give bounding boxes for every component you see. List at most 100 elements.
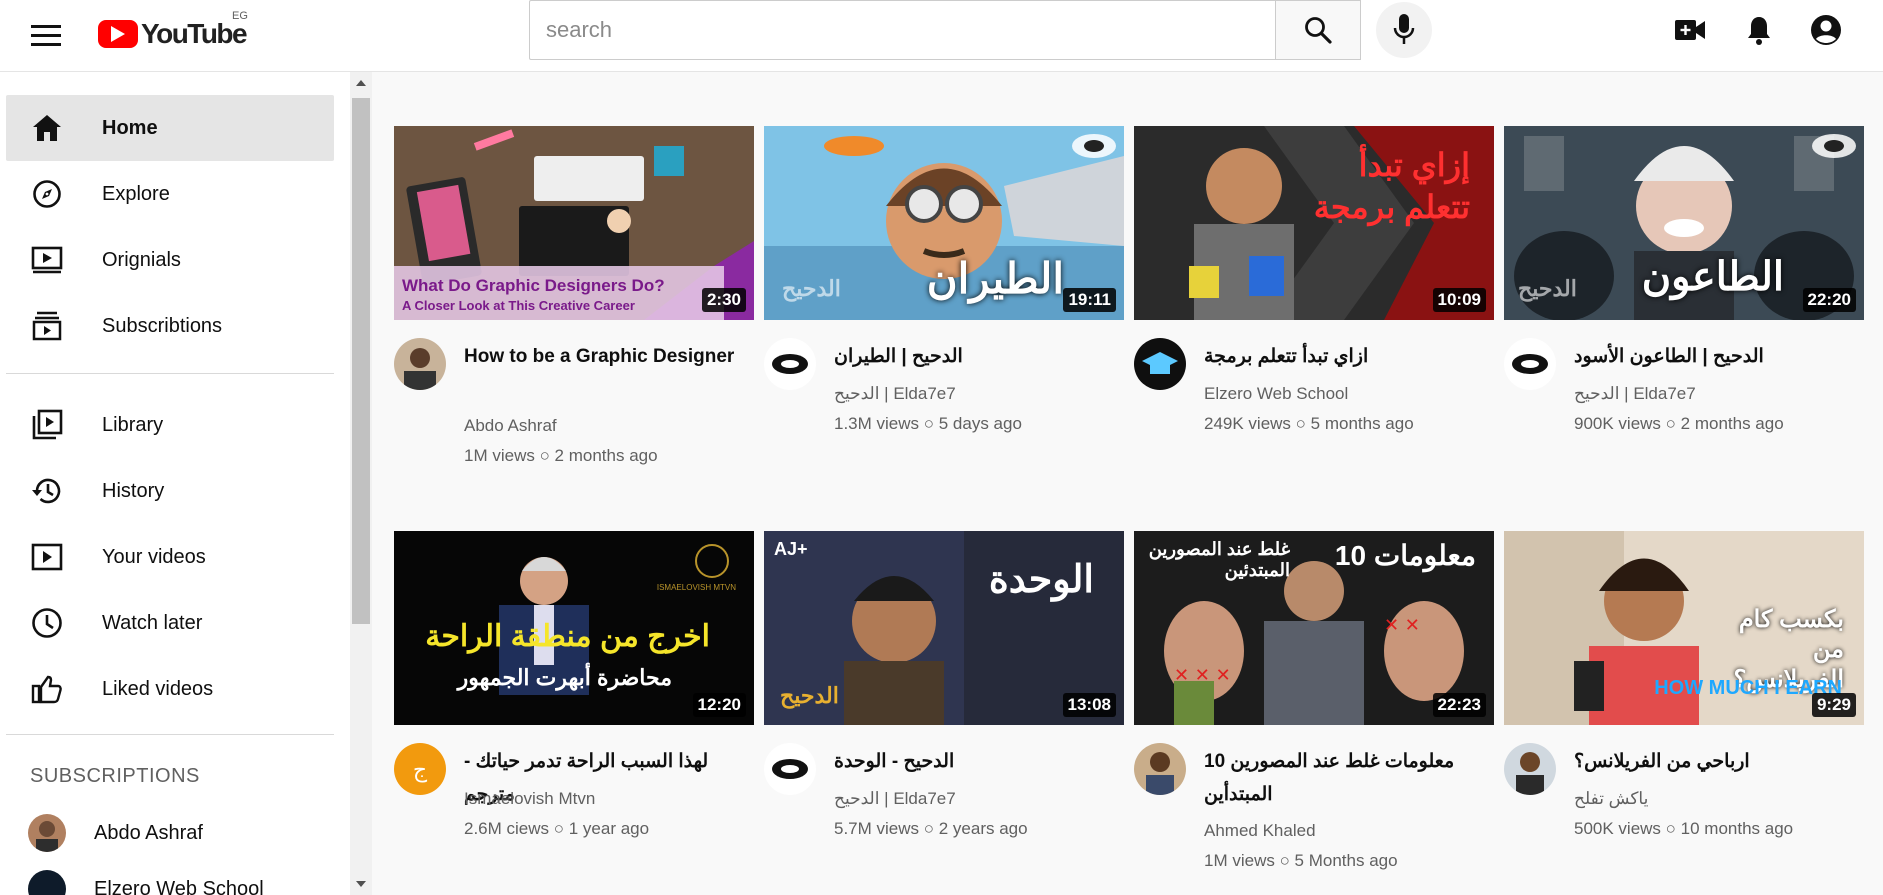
video-thumbnail[interactable]: بكسب كام من الفريلانس؟ HOW MUCH I EARN 9…	[1504, 531, 1864, 725]
channel-avatar[interactable]	[1504, 743, 1556, 795]
sidebar-item-explore[interactable]: Explore	[6, 161, 334, 227]
sidebar-item-label: Your videos	[102, 545, 206, 568]
sidebar-item-subscriptions[interactable]: Subscribtions	[6, 293, 334, 359]
thumbnail-overlay-subtext: الدحيح	[782, 276, 841, 301]
video-duration: 22:23	[1432, 693, 1486, 717]
video-stats: 2.6M ciews ○ 1 year ago	[464, 819, 650, 838]
thumbnail-overlay-badge: AJ+	[774, 539, 808, 559]
video-card[interactable]: بكسب كام من الفريلانس؟ HOW MUCH I EARN 9…	[1504, 531, 1864, 875]
thumbnail-overlay-subtext: الدحيح	[780, 683, 839, 708]
video-duration: 19:11	[1063, 288, 1116, 312]
video-thumbnail[interactable]: AJ+ الوحدة الدحيح 13:08	[764, 531, 1124, 725]
channel-avatar[interactable]: ج	[394, 743, 446, 795]
video-channel[interactable]: ياكش تفلح	[1574, 789, 1648, 809]
scroll-up-arrow-icon[interactable]	[356, 80, 366, 86]
scroll-down-arrow-icon[interactable]	[356, 881, 366, 887]
channel-avatar[interactable]	[764, 338, 816, 390]
sidebar-scrollbar[interactable]	[350, 72, 372, 895]
video-duration: 9:29	[1811, 693, 1856, 717]
sidebar-item-watch-later[interactable]: Watch later	[6, 590, 334, 656]
video-title[interactable]: How to be a Graphic Designer	[464, 340, 744, 373]
video-channel[interactable]: Abdo Ashraf	[464, 416, 557, 436]
thumbnail-overlay-text: إزاي تبدأ	[1358, 147, 1470, 183]
microphone-icon	[1393, 14, 1415, 44]
video-thumbnail[interactable]: ✕ ✕ ✕ ✕ ✕ 10 معلومات غلط عند المصورين ال…	[1134, 531, 1494, 725]
video-channel[interactable]: Ahmed Khaled	[1204, 821, 1316, 841]
video-card[interactable]: ISMAELOVISH MTVN اخرج من منطقة الراحة مح…	[394, 531, 754, 875]
account-circle-icon	[1811, 15, 1841, 45]
video-title[interactable]: الدحيح | الطيران	[834, 340, 1114, 373]
video-thumbnail[interactable]: إزاي تبدأ تتعلم برمجة 10:09	[1134, 126, 1494, 320]
svg-text:ج: ج	[413, 758, 428, 783]
thumbnail-overlay-text: الطيران	[926, 255, 1064, 302]
avatar	[28, 814, 66, 852]
subscription-item[interactable]: Abdo Ashraf	[6, 805, 334, 861]
sidebar-item-liked-videos[interactable]: Liked videos	[6, 656, 334, 722]
video-card[interactable]: إزاي تبدأ تتعلم برمجة 10:09 ازاي تبدأ تت…	[1134, 126, 1494, 470]
search-button[interactable]	[1275, 0, 1361, 60]
search-input[interactable]	[529, 0, 1275, 60]
video-duration: 10:09	[1432, 288, 1486, 312]
bell-icon	[1748, 17, 1770, 45]
sidebar-item-label: History	[102, 479, 165, 502]
video-channel[interactable]: الدحيح | Elda7e7	[1574, 384, 1696, 404]
subscriptions-heading: SUBSCRIPTIONS	[30, 765, 200, 787]
video-thumbnail[interactable]: الطاعون الدحيح 22:20	[1504, 126, 1864, 320]
video-title[interactable]: 10 معلومات غلط عند المصورين المبتدأين	[1204, 745, 1484, 811]
video-card[interactable]: AJ+ الوحدة الدحيح 13:08 الدحيح - الوحدة …	[764, 531, 1124, 875]
compass-icon	[33, 180, 61, 208]
video-card[interactable]: What Do Graphic Designers Do? A Closer L…	[394, 126, 754, 470]
scroll-thumb[interactable]	[352, 98, 370, 624]
thumbnail-overlay-subtext: محاضرة أبهرت الجمهور	[457, 665, 672, 690]
sidebar-item-label: Liked videos	[102, 677, 214, 700]
channel-avatar[interactable]	[764, 743, 816, 795]
video-channel[interactable]: الدحيح | Elda7e7	[834, 789, 956, 809]
video-channel[interactable]: الدحيح | Elda7e7	[834, 384, 956, 404]
create-video-button[interactable]	[1670, 10, 1710, 50]
sidebar-item-originals[interactable]: Orignials	[6, 227, 334, 293]
video-channel[interactable]: Ismaelovish Mtvn	[464, 789, 595, 809]
video-thumbnail[interactable]: ISMAELOVISH MTVN اخرج من منطقة الراحة مح…	[394, 531, 754, 725]
thumbnail-overlay-text: اخرج من منطقة الراحة	[425, 620, 710, 653]
thumbnail-overlay-subtext: A Closer Look at This Creative Career	[402, 298, 635, 313]
hamburger-menu-button[interactable]	[26, 16, 66, 56]
video-channel[interactable]: Elzero Web School	[1204, 384, 1348, 404]
video-card[interactable]: الطيران الدحيح 19:11 الدحيح | الطيران ال…	[764, 126, 1124, 470]
video-title[interactable]: الدحيح | الطاعون الأسود	[1574, 340, 1854, 373]
sidebar-item-history[interactable]: History	[6, 458, 334, 524]
sidebar-divider	[6, 373, 334, 374]
svg-text:✕ ✕: ✕ ✕	[1384, 615, 1420, 636]
video-thumbnail[interactable]: الطيران الدحيح 19:11	[764, 126, 1124, 320]
notifications-button[interactable]	[1739, 10, 1779, 50]
video-title[interactable]: ازاي تبدأ تتعلم برمجة	[1204, 340, 1484, 373]
channel-avatar[interactable]	[1504, 338, 1556, 390]
video-title[interactable]: ارباحي من الفريلانس؟	[1574, 745, 1854, 778]
channel-avatar[interactable]	[394, 338, 446, 390]
video-camera-add-icon	[1675, 20, 1705, 40]
history-icon	[32, 478, 61, 504]
channel-avatar[interactable]	[1134, 743, 1186, 795]
account-button[interactable]	[1806, 10, 1846, 50]
voice-search-button[interactable]	[1376, 2, 1432, 58]
sidebar-item-home[interactable]: Home	[6, 95, 334, 161]
subscription-label: Abdo Ashraf	[94, 821, 203, 844]
video-stats: 1M views ○ 2 months ago	[464, 446, 658, 465]
sidebar-item-library[interactable]: Library	[6, 392, 334, 458]
youtube-logo[interactable]: YouTube	[98, 14, 248, 54]
subscription-item[interactable]: Elzero Web School	[6, 861, 334, 895]
sidebar-item-label: Watch later	[102, 611, 203, 634]
thumbs-up-icon	[31, 675, 62, 704]
video-card[interactable]: ✕ ✕ ✕ ✕ ✕ 10 معلومات غلط عند المصورين ال…	[1134, 531, 1494, 875]
video-thumbnail[interactable]: What Do Graphic Designers Do? A Closer L…	[394, 126, 754, 320]
sidebar-divider	[6, 734, 334, 735]
sidebar-item-label: Subscribtions	[102, 314, 223, 337]
hamburger-menu-icon	[31, 25, 61, 46]
sidebar-item-your-videos[interactable]: Your videos	[6, 524, 334, 590]
sidebar-item-label: Explore	[102, 182, 170, 205]
video-stats: 1M views ○ 5 Months ago	[1204, 851, 1398, 870]
library-icon	[32, 409, 63, 440]
video-duration: 2:30	[701, 288, 746, 312]
channel-avatar[interactable]	[1134, 338, 1186, 390]
video-card[interactable]: الطاعون الدحيح 22:20 الدحيح | الطاعون ال…	[1504, 126, 1864, 470]
video-title[interactable]: الدحيح - الوحدة	[834, 745, 1114, 778]
